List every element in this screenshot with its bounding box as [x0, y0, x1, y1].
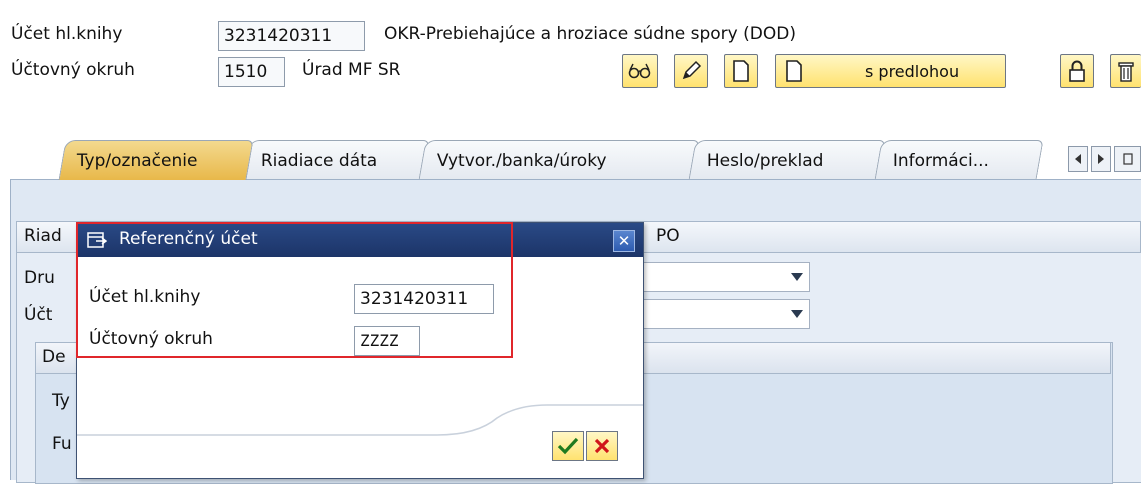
tab-strip: Typ/označenie Riadiace dáta Vytvor./bank…	[0, 140, 1141, 180]
dialog-company-code-label: Účtovný okruh	[89, 329, 213, 349]
cancel-x-icon	[594, 438, 610, 454]
detail-row2-label: Fu	[52, 434, 72, 454]
arrow-left-icon	[1075, 154, 1081, 164]
tab-label: Informáci...	[892, 150, 990, 171]
account-group-label: Dru	[24, 268, 55, 288]
dialog-title-bar[interactable]: Referenčný účet ✕	[77, 223, 643, 257]
group-title-partial: Riad	[24, 226, 62, 246]
new-document-icon	[733, 60, 749, 82]
group-title-right: PO	[656, 226, 680, 246]
company-code-description: Úrad MF SR	[302, 60, 401, 80]
account-description: OKR-Prebiehajúce a hroziace súdne spory …	[384, 24, 796, 44]
glasses-icon	[628, 63, 651, 79]
account-group-dropdown[interactable]	[620, 262, 810, 292]
tab-list-icon	[1122, 153, 1133, 165]
lock-icon	[1069, 60, 1085, 82]
tab-control-data[interactable]: Riadiace dáta	[242, 140, 430, 180]
company-code-field[interactable]: 1510	[218, 57, 285, 87]
chevron-down-icon	[791, 310, 803, 318]
reference-account-dialog: Referenčný účet ✕ Účet hl.knihy 32314203…	[76, 222, 644, 479]
tab-label: Riadiace dáta	[260, 150, 378, 171]
tab-scroll-left-button[interactable]	[1068, 146, 1088, 172]
pencil-icon	[682, 60, 702, 80]
tab-information[interactable]: Informáci...	[874, 140, 1044, 180]
create-button[interactable]	[724, 54, 758, 88]
tab-keyword-translation[interactable]: Heslo/preklad	[688, 140, 886, 180]
detail-title-partial: De	[42, 347, 66, 367]
change-button[interactable]	[674, 54, 708, 88]
dialog-cancel-button[interactable]	[586, 431, 618, 461]
account-label: Účet hl.knihy	[11, 24, 123, 44]
dialog-window-icon	[87, 232, 107, 248]
tab-create-bank-interest[interactable]: Vytvor./banka/úroky	[418, 140, 700, 180]
tab-scroll-right-button[interactable]	[1091, 146, 1111, 172]
create-with-template-button[interactable]: s predlohou	[775, 54, 1006, 88]
chevron-down-icon	[791, 273, 803, 281]
new-document-template-icon	[786, 60, 802, 82]
dialog-company-code-field[interactable]: ZZZZ	[354, 326, 420, 356]
account-type-dropdown[interactable]	[620, 299, 810, 329]
tab-label: Typ/označenie	[76, 150, 198, 171]
company-code-label: Účtovný okruh	[11, 60, 135, 80]
checkmark-icon	[557, 437, 579, 455]
tab-list-button[interactable]	[1114, 146, 1141, 172]
tab-label: Heslo/preklad	[706, 150, 824, 171]
tab-type-description[interactable]: Typ/označenie	[58, 140, 254, 180]
dialog-title: Referenčný účet	[119, 229, 258, 249]
dialog-account-field[interactable]: 3231420311	[354, 284, 494, 314]
arrow-right-icon	[1098, 154, 1104, 164]
trash-icon	[1118, 62, 1134, 82]
close-icon: ✕	[617, 232, 631, 250]
dialog-continue-button[interactable]	[552, 431, 584, 461]
delete-button[interactable]	[1110, 54, 1141, 88]
dialog-close-button[interactable]: ✕	[613, 230, 635, 252]
tab-label: Vytvor./banka/úroky	[436, 150, 607, 171]
account-type-label: Účt	[24, 305, 53, 325]
display-button[interactable]	[622, 54, 658, 88]
dialog-account-label: Účet hl.knihy	[89, 287, 201, 307]
create-with-template-label: s predlohou	[865, 61, 960, 81]
detail-row1-label: Ty	[52, 391, 70, 411]
account-field[interactable]: 3231420311	[218, 21, 365, 51]
block-button[interactable]	[1060, 54, 1094, 88]
